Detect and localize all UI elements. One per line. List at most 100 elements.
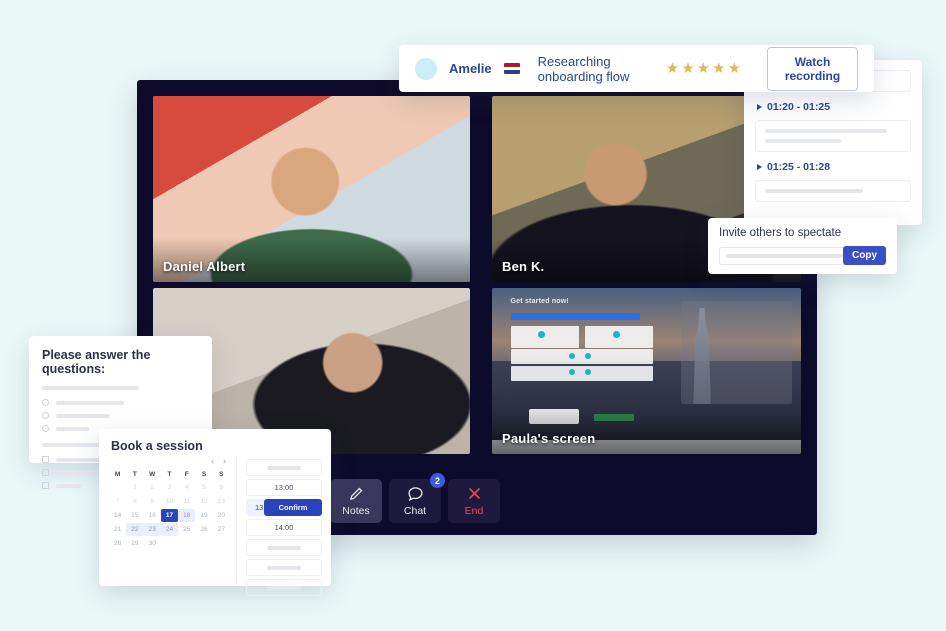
radio-option[interactable]: [42, 412, 199, 419]
star-icon: ★: [696, 60, 711, 77]
time-slot[interactable]: 13:00: [246, 479, 322, 496]
option-text-placeholder: [56, 470, 103, 475]
video-tile-daniel[interactable]: Daniel Albert: [153, 96, 470, 282]
copy-link-button[interactable]: Copy: [843, 246, 886, 265]
confirm-booking-button[interactable]: Confirm: [264, 499, 322, 516]
participant-name-label: Daniel Albert: [163, 259, 246, 274]
calendar-day[interactable]: 15: [126, 509, 143, 522]
calendar-day[interactable]: 19: [195, 509, 212, 522]
session-header-bar: Amelie Researching onboarding flow ★ ★ ★…: [399, 45, 874, 92]
calendar-day: [178, 537, 195, 550]
screenshare-dot: [584, 352, 591, 359]
next-month-button[interactable]: ›: [223, 457, 226, 466]
option-text-placeholder: [56, 400, 124, 405]
transcript-block[interactable]: [755, 180, 911, 202]
page-canvas: Daniel Albert Ben K. Get started now! Pa…: [0, 0, 946, 631]
screenshare-label: Paula's screen: [502, 431, 596, 446]
netherlands-flag-icon: [503, 63, 520, 74]
option-text-placeholder: [56, 413, 110, 418]
calendar-day[interactable]: 28: [109, 537, 126, 550]
calendar-day[interactable]: 16: [144, 509, 161, 522]
time-slot-placeholder: [267, 585, 301, 590]
pencil-icon: [349, 487, 362, 501]
calendar-weekday: S: [219, 471, 224, 478]
time-slot-selected[interactable]: 13:30Confirm: [246, 499, 322, 516]
notes-button[interactable]: Notes: [330, 479, 382, 523]
time-slot-label: 13:00: [274, 483, 294, 492]
calendar-day[interactable]: 1: [126, 481, 143, 494]
transcript-time-label: 01:25 - 01:28: [767, 161, 831, 173]
transcript-timestamp[interactable]: 01:25 - 01:28: [757, 161, 911, 173]
screenshare-dot: [612, 331, 620, 339]
time-slot[interactable]: 14:00: [246, 519, 322, 536]
question-prompt-line: [42, 386, 140, 390]
time-slot[interactable]: [246, 459, 322, 476]
radio-button-icon: [42, 412, 49, 419]
calendar-day[interactable]: 25: [178, 523, 195, 536]
calendar-day[interactable]: 9: [144, 495, 161, 508]
booking-title: Book a session: [111, 439, 203, 453]
transcript-block[interactable]: [755, 120, 911, 152]
calendar-day[interactable]: 24: [160, 523, 179, 536]
transcript-timestamp[interactable]: 01:20 - 01:25: [757, 101, 911, 113]
calendar-day[interactable]: 2: [144, 481, 161, 494]
prev-month-button[interactable]: ‹: [211, 457, 214, 466]
calendar-day[interactable]: 14: [109, 509, 126, 522]
calendar-day[interactable]: 21: [109, 523, 126, 536]
calendar-day[interactable]: 6: [213, 481, 230, 494]
chat-bubble-icon: [407, 487, 423, 502]
chat-button[interactable]: Chat 2: [389, 473, 445, 523]
booking-body: ‹ › MTWTFSS 1 2 3 4 5 6 7 8 9 10 11 12 13 14 15 16 17 18 1…: [99, 457, 331, 596]
time-slot[interactable]: [246, 559, 322, 576]
calendar-nav: ‹ ›: [109, 457, 230, 466]
video-tile-screenshare[interactable]: Get started now! Paula's screen: [492, 288, 801, 454]
calendar-day[interactable]: 4: [178, 481, 195, 494]
video-grid: Daniel Albert Ben K. Get started now! Pa…: [153, 96, 801, 486]
calendar-day[interactable]: 23: [143, 523, 161, 536]
screenshare-card: [510, 349, 653, 365]
star-icon: ★: [681, 60, 695, 77]
calendar-weekday: T: [167, 471, 172, 478]
calendar-day[interactable]: 5: [195, 481, 212, 494]
calendar-day: [213, 537, 230, 550]
time-slot-placeholder: [267, 465, 301, 470]
calendar-day[interactable]: 26: [195, 523, 212, 536]
checkbox-icon: [42, 456, 49, 463]
time-slot[interactable]: [246, 579, 322, 596]
watch-recording-button[interactable]: Watch recording: [767, 46, 858, 91]
play-triangle-icon: [757, 104, 762, 110]
star-icon: ★: [665, 60, 680, 77]
rating-stars[interactable]: ★ ★ ★ ★ ★: [666, 61, 741, 76]
screenshare-highlight-bar: [510, 312, 641, 320]
calendar-day[interactable]: 29: [126, 537, 143, 550]
calendar-day[interactable]: 12: [195, 495, 212, 508]
calendar-day[interactable]: 22: [126, 523, 144, 536]
calendar-day[interactable]: 10: [161, 495, 178, 508]
calendar-weekday: W: [149, 471, 156, 478]
calendar-weekday: S: [201, 471, 207, 478]
calendar-day[interactable]: 20: [213, 509, 230, 522]
calendar-day[interactable]: 27: [213, 523, 230, 536]
calendar-day[interactable]: 8: [126, 495, 143, 508]
time-slot[interactable]: [246, 539, 322, 556]
calendar-day: [161, 537, 178, 550]
calendar-day[interactable]: 3: [161, 481, 178, 494]
calendar-day[interactable]: 7: [109, 495, 126, 508]
calendar-day[interactable]: 13: [213, 495, 230, 508]
screenshare-dot: [569, 352, 576, 359]
radio-button-icon: [42, 425, 49, 432]
invite-spectators-popup: Invite others to spectate Copy: [708, 218, 897, 274]
calendar-day-selected[interactable]: 17: [160, 509, 179, 522]
star-icon: ★: [727, 60, 742, 77]
radio-option[interactable]: [42, 399, 199, 406]
play-triangle-icon: [757, 164, 762, 170]
transcript-line: [765, 129, 888, 133]
invite-link-row: Copy: [719, 246, 886, 265]
end-call-button[interactable]: End: [448, 479, 500, 523]
screenshare-card: [510, 326, 579, 348]
calendar-day[interactable]: 18: [178, 509, 196, 522]
calendar-day[interactable]: 30: [144, 537, 161, 550]
transcript-line: [765, 139, 842, 143]
screenshare-card: [510, 366, 653, 381]
calendar-day[interactable]: 11: [178, 495, 195, 508]
